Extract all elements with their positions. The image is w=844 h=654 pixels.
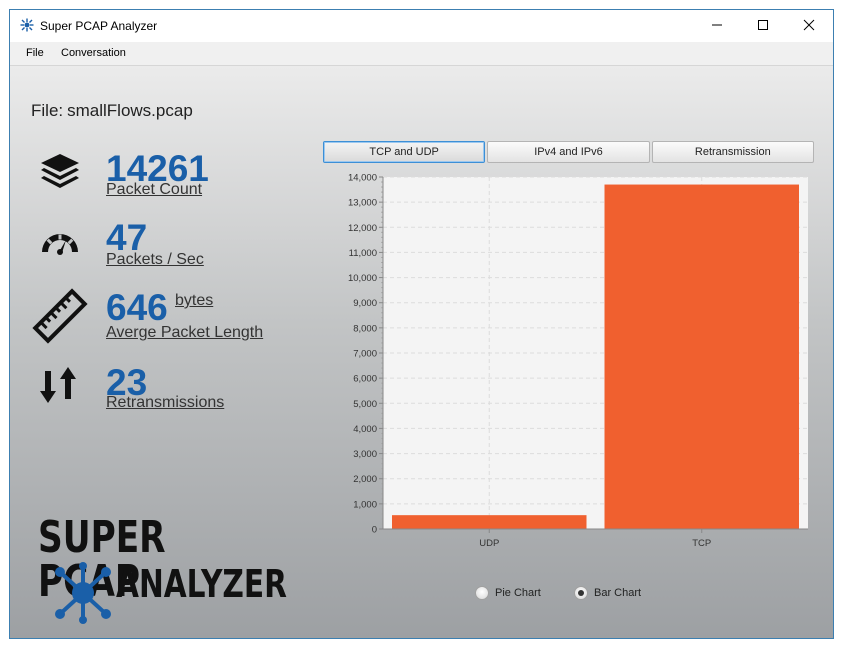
tab-ipv4-ipv6[interactable]: IPv4 and IPv6 — [487, 141, 650, 163]
avg-length-value: 646 — [106, 287, 168, 328]
close-icon — [803, 19, 815, 31]
y-tick-label: 9,000 — [353, 298, 377, 309]
y-tick-label: 6,000 — [353, 374, 377, 385]
bar-chart-radio[interactable]: Bar Chart — [574, 586, 641, 600]
y-tick-label: 7,000 — [353, 349, 377, 360]
tab-retransmission[interactable]: Retransmission — [651, 141, 814, 163]
network-node-icon — [55, 562, 111, 624]
main-content: File: smallFlows.pcap 14261 Packet Count … — [10, 66, 833, 638]
avg-length-unit[interactable]: bytes — [175, 292, 213, 310]
bar-chart: 0 1,000 2,000 3,000 4,000 5,000 6,000 7,000 8,00… — [348, 173, 808, 549]
y-tick-label: 1,000 — [353, 499, 377, 510]
y-tick-label: 3,000 — [353, 449, 377, 460]
minimize-icon — [712, 24, 722, 26]
packet-count-label[interactable]: Packet Count — [106, 181, 202, 199]
packets-per-sec-label[interactable]: Packets / Sec — [106, 251, 204, 269]
app-window: Super PCAP Analyzer File Conversation Fi… — [9, 9, 834, 639]
y-tick-label: 8,000 — [353, 323, 377, 334]
maximize-icon — [758, 20, 768, 30]
window-title: Super PCAP Analyzer — [40, 19, 158, 33]
y-tick-label: 12,000 — [348, 223, 377, 234]
up-down-arrows-icon — [40, 367, 76, 403]
x-tick-label: TCP — [692, 538, 711, 549]
speedometer-icon — [42, 234, 78, 255]
file-prefix: File: — [31, 101, 64, 120]
retransmissions-label[interactable]: Retransmissions — [106, 394, 224, 412]
x-tick-label: UDP — [479, 538, 499, 549]
maximize-button[interactable] — [740, 10, 786, 40]
app-icon — [20, 18, 34, 32]
tab-tcp-udp[interactable]: TCP and UDP — [323, 141, 486, 163]
y-tick-label: 5,000 — [353, 399, 377, 410]
y-tick-label: 13,000 — [348, 198, 377, 209]
minimize-button[interactable] — [694, 10, 740, 40]
pie-chart-radio-circle[interactable] — [475, 586, 489, 600]
file-name: smallFlows.pcap — [67, 101, 193, 120]
y-tick-label: 11,000 — [349, 248, 377, 259]
layers-icon — [41, 154, 79, 188]
y-tick-label: 2,000 — [353, 474, 377, 485]
logo-text-bottom: ANALYZER — [116, 562, 287, 606]
pie-chart-radio-label[interactable]: Pie Chart — [495, 587, 541, 599]
menu-file[interactable]: File — [26, 47, 44, 59]
chart-tabs: TCP and UDP IPv4 and IPv6 Retransmission — [323, 141, 814, 163]
close-button[interactable] — [786, 10, 832, 40]
title-bar: Super PCAP Analyzer — [10, 10, 833, 42]
avg-length-label[interactable]: Averge Packet Length — [106, 324, 263, 342]
y-tick-label: 4,000 — [353, 424, 377, 435]
menu-bar: File Conversation — [10, 42, 833, 66]
y-tick-label: 0 — [372, 525, 377, 536]
file-info: File: smallFlows.pcap — [31, 101, 193, 121]
bar-tcp — [604, 184, 799, 530]
logo: SUPER PCAP ANALYZER — [38, 516, 287, 636]
bar-udp — [392, 515, 587, 529]
pie-chart-radio[interactable]: Pie Chart — [475, 586, 541, 600]
y-tick-label: 14,000 — [348, 173, 377, 184]
bar-chart-radio-circle[interactable] — [574, 586, 588, 600]
ruler-icon — [32, 288, 88, 344]
menu-conversation[interactable]: Conversation — [61, 47, 126, 59]
bar-chart-radio-label[interactable]: Bar Chart — [594, 587, 641, 599]
y-tick-label: 10,000 — [348, 273, 377, 284]
